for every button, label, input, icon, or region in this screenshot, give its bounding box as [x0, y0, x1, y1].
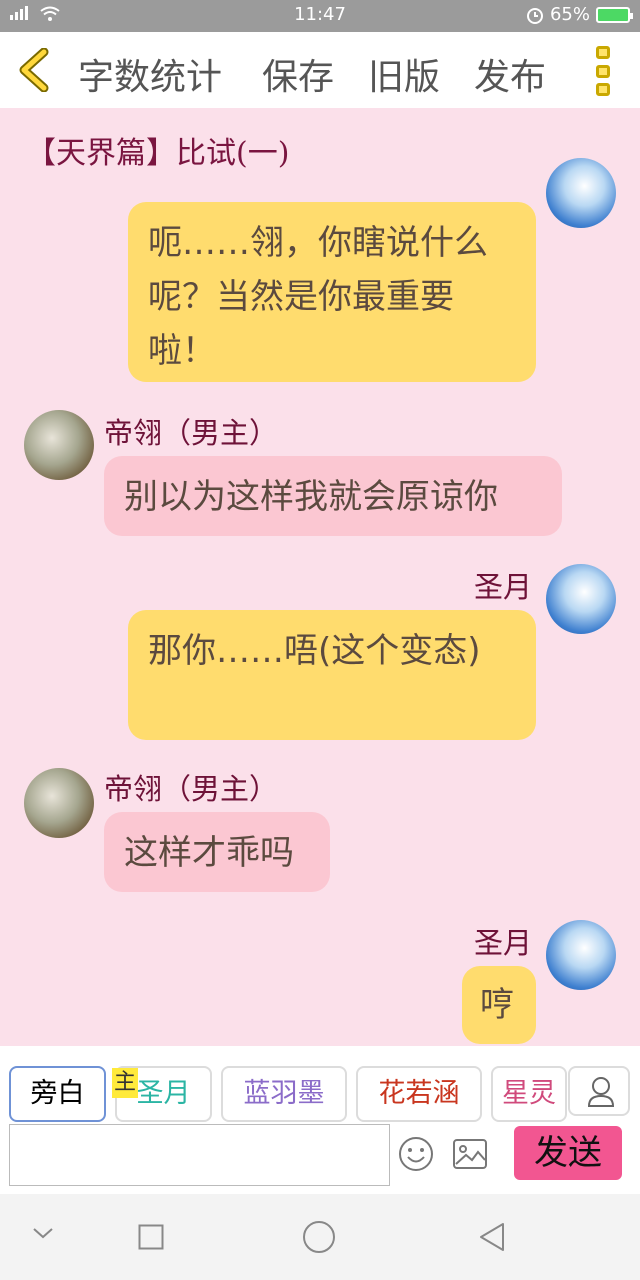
alarm-icon [526, 7, 543, 24]
status-bar: 11:47 65% [0, 0, 640, 32]
word-count-button[interactable]: 字数统计 [78, 48, 222, 100]
publish-button[interactable]: 发布 [474, 48, 546, 100]
nav-square-icon[interactable] [138, 1224, 164, 1250]
main-role-badge: 主 [112, 1068, 138, 1098]
avatar[interactable] [546, 564, 616, 634]
avatar[interactable] [24, 410, 94, 480]
system-nav-bar [0, 1194, 640, 1280]
save-button[interactable]: 保存 [262, 48, 334, 100]
back-chevron-icon[interactable] [14, 48, 54, 92]
speaker-name: 帝翎（男主） [104, 416, 279, 450]
message-bubble: 别以为这样我就会原谅你 [104, 456, 562, 536]
avatar[interactable] [546, 920, 616, 990]
message-bubble: 这样才乖吗 [104, 812, 330, 892]
top-toolbar: 字数统计 保存 旧版 发布 [0, 32, 640, 108]
role-xingling[interactable]: 星灵 [491, 1066, 567, 1122]
avatar[interactable] [24, 768, 94, 838]
role-huaruohan[interactable]: 花若涵 [356, 1066, 482, 1122]
nav-down-icon[interactable] [32, 1226, 54, 1240]
role-narrator[interactable]: 旁白 [9, 1066, 106, 1122]
more-dots-icon[interactable] [596, 46, 612, 96]
avatar[interactable] [546, 158, 616, 228]
speaker-name: 圣月 [473, 570, 532, 604]
nav-triangle-icon[interactable] [478, 1222, 506, 1252]
role-lanyumo[interactable]: 蓝羽墨 [221, 1066, 347, 1122]
message-input[interactable] [9, 1124, 390, 1186]
image-icon[interactable] [452, 1138, 488, 1170]
battery-percent: 65% [549, 4, 590, 25]
message-bubble: 哼 [462, 966, 536, 1044]
chapter-title: 【天界篇】比试(一) [26, 136, 290, 171]
speaker-name: 圣月 [473, 926, 532, 960]
message-bubble: 那你……唔(这个变态) [128, 610, 536, 740]
nav-circle-icon[interactable] [302, 1220, 336, 1254]
old-version-button[interactable]: 旧版 [368, 48, 440, 100]
speaker-name: 帝翎（男主） [104, 772, 279, 806]
battery-icon [596, 6, 633, 23]
emoji-icon[interactable] [398, 1136, 434, 1172]
message-bubble: 呃……翎，你瞎说什么呢？当然是你最重要啦！ [128, 202, 536, 382]
send-button[interactable]: 发送 [514, 1126, 622, 1180]
user-icon[interactable] [568, 1066, 630, 1116]
compose-panel: 旁白 圣月 主 蓝羽墨 花若涵 星灵 发送 [0, 1046, 640, 1194]
